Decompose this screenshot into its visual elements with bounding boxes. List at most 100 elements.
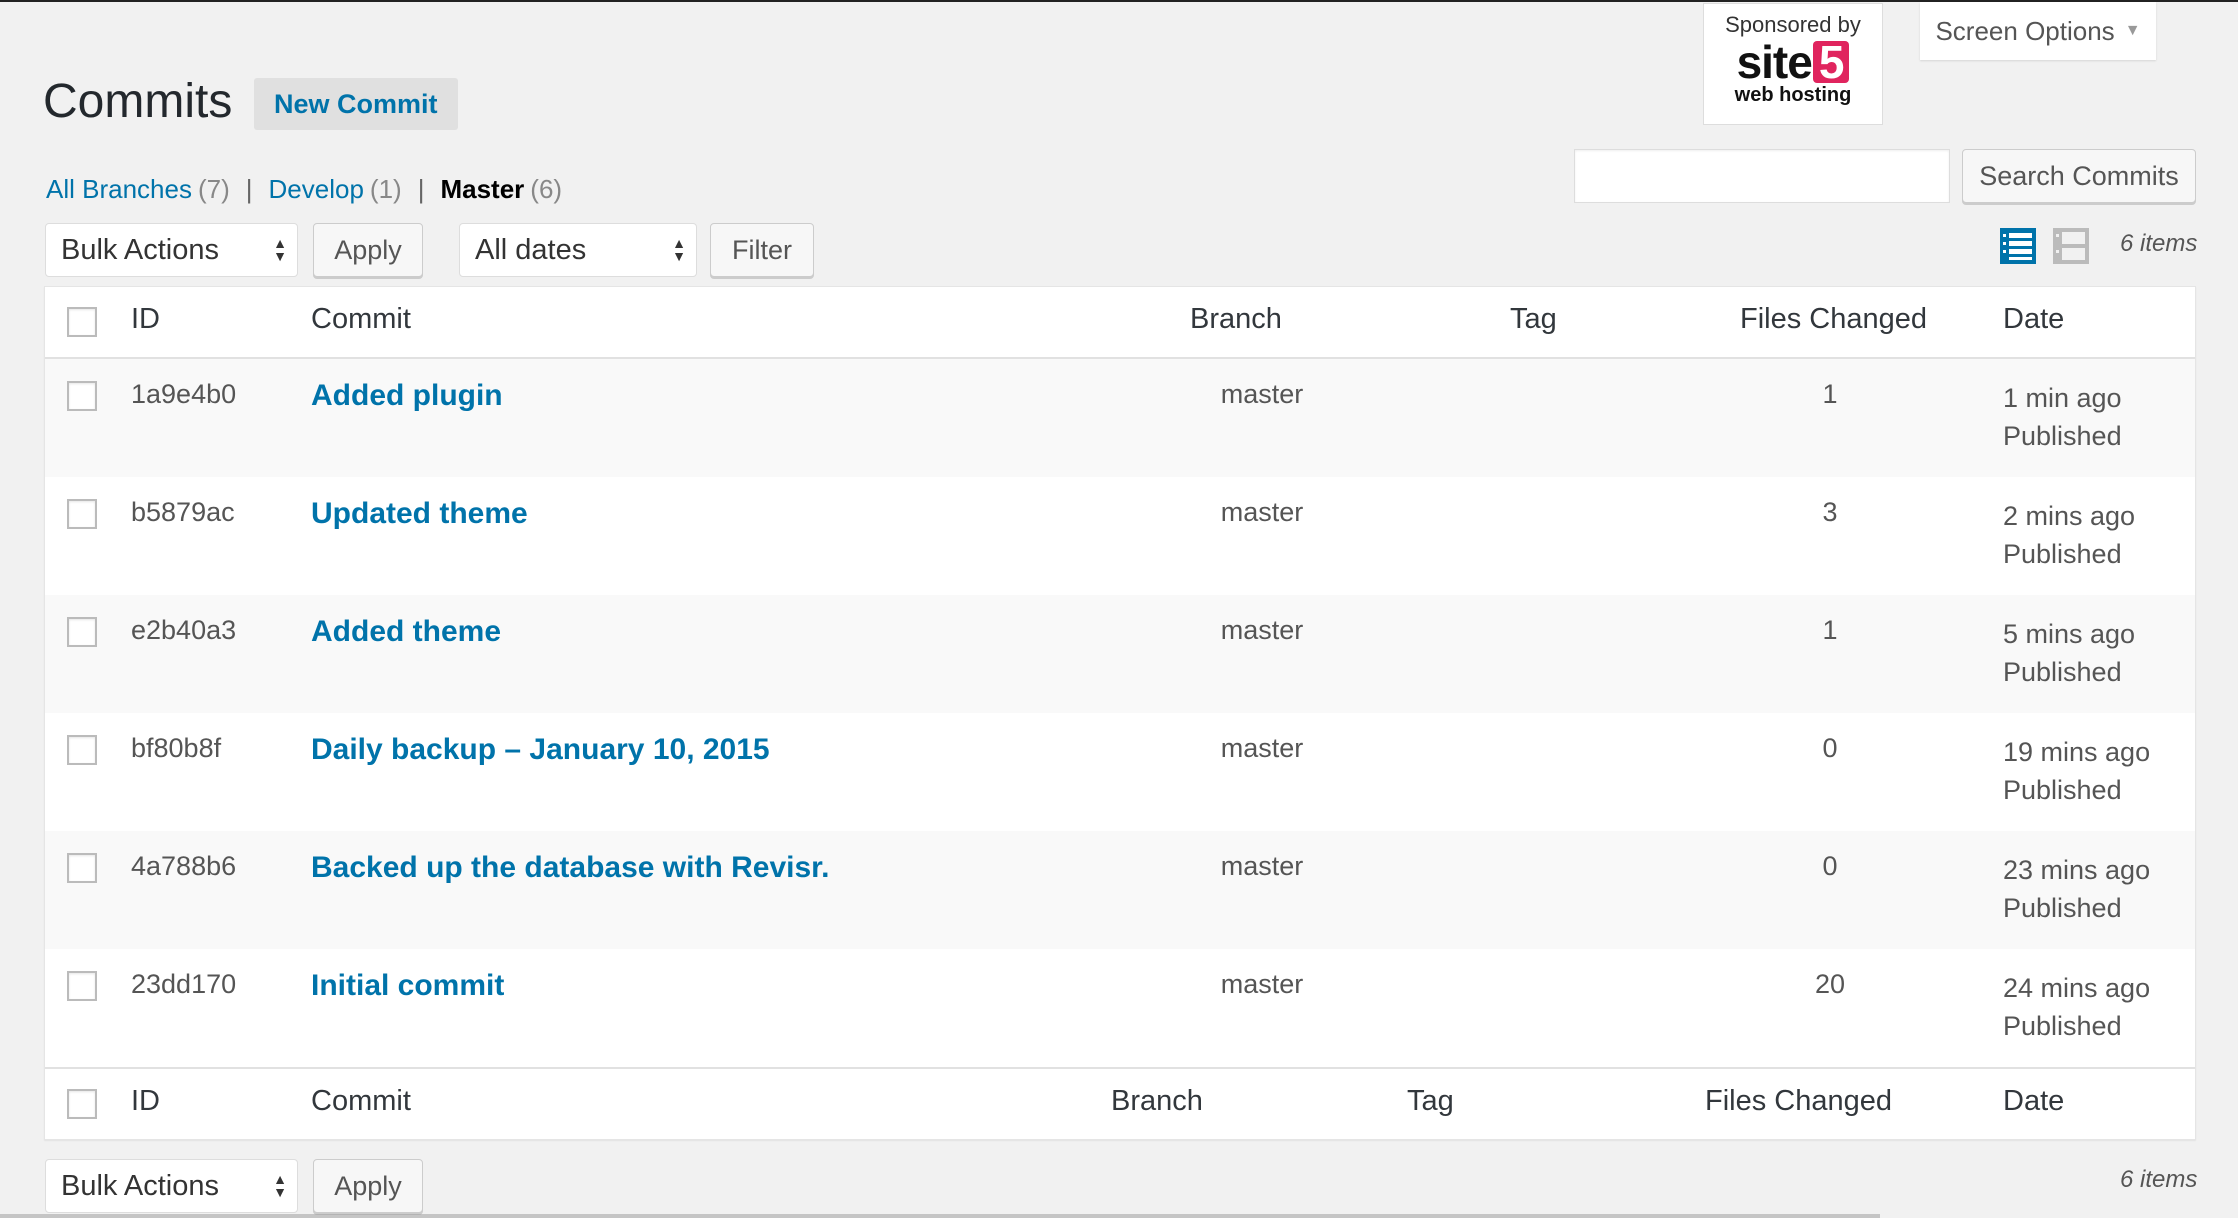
bulk-actions-value: Bulk Actions (61, 1169, 219, 1202)
commit-title-link[interactable]: Initial commit (311, 969, 504, 1003)
dates-filter-select[interactable]: All dates ▲ ▼ (459, 223, 697, 277)
apply-button-top[interactable]: Apply (313, 223, 423, 277)
column-header-tag[interactable]: Tag (1510, 303, 1557, 336)
screen-options-label: Screen Options (1935, 15, 2115, 46)
bulk-actions-select-bottom[interactable]: Bulk Actions ▲ ▼ (45, 1159, 298, 1213)
footer-column-commit[interactable]: Commit (311, 1085, 411, 1118)
commit-date-relative: 19 mins ago (2003, 737, 2151, 767)
commit-status: Published (2003, 421, 2122, 451)
commit-id: e2b40a3 (131, 615, 237, 645)
column-header-commit[interactable]: Commit (311, 303, 411, 336)
commit-date: 24 mins ago Published (2003, 969, 2150, 1045)
sponsor-banner[interactable]: Sponsored by site 5 web hosting (1703, 3, 1883, 125)
commit-date: 1 min ago Published (2003, 379, 2122, 455)
row-checkbox[interactable] (67, 853, 97, 883)
commit-branch: master (1220, 615, 1304, 645)
screen-options-button[interactable]: Screen Options ▼ (1920, 2, 2156, 60)
sponsor-logo: site 5 (1704, 39, 1882, 85)
sponsor-tagline: web hosting (1734, 84, 1852, 106)
items-count-top: 6 items (2120, 230, 2198, 257)
commit-id: 23dd170 (131, 969, 237, 999)
separator: | (417, 174, 425, 204)
commit-date: 23 mins ago Published (2003, 851, 2150, 927)
new-commit-button[interactable]: New Commit (254, 78, 458, 130)
commit-status: Published (2003, 893, 2122, 923)
commit-title-link[interactable]: Backed up the database with Revisr. (311, 851, 830, 885)
filter-button[interactable]: Filter (710, 223, 814, 277)
footer-column-files-changed[interactable]: Files Changed (1705, 1085, 1892, 1118)
row-checkbox[interactable] (67, 735, 97, 765)
sponsor-brand-number: 5 (1812, 39, 1850, 85)
table-row: b5879ac Updated theme master 3 2 mins ago Pub… (45, 477, 2195, 595)
filter-all-branches-count: (7) (197, 174, 230, 204)
filter-develop-count: (1) (369, 174, 402, 204)
commit-date-relative: 2 mins ago (2003, 501, 2136, 531)
files-changed: 20 (1814, 969, 1846, 999)
table-row: e2b40a3 Added theme master 1 5 mins ago Publi… (45, 595, 2195, 713)
filter-develop[interactable]: Develop (269, 174, 364, 205)
commit-date-relative: 23 mins ago (2003, 855, 2151, 885)
table-row: 1a9e4b0 Added plugin master 1 1 min ago Publi… (45, 359, 2195, 477)
files-changed: 1 (1822, 615, 1838, 645)
commit-date-relative: 5 mins ago (2003, 619, 2136, 649)
commit-title-link[interactable]: Daily backup – January 10, 2015 (311, 733, 770, 767)
commit-date-relative: 24 mins ago (2003, 973, 2151, 1003)
sponsor-label: Sponsored by (1725, 12, 1861, 37)
table-header: ID Commit Branch Tag Files Changed Date (45, 287, 2195, 359)
footer-column-branch[interactable]: Branch (1111, 1085, 1203, 1118)
dates-value: All dates (475, 233, 587, 266)
row-checkbox[interactable] (67, 381, 97, 411)
apply-button-bottom[interactable]: Apply (313, 1159, 423, 1213)
sponsor-brand-word: site (1736, 36, 1813, 88)
page-title: Commits (43, 75, 233, 128)
row-checkbox[interactable] (67, 617, 97, 647)
commit-branch: master (1220, 497, 1304, 527)
commit-id: b5879ac (131, 497, 235, 527)
table-body: 1a9e4b0 Added plugin master 1 1 min ago Publi… (45, 359, 2195, 1067)
row-checkbox[interactable] (67, 499, 97, 529)
branch-filter-links: All Branches (7) | Develop (1) | Master … (46, 174, 562, 205)
commit-branch: master (1220, 379, 1304, 409)
list-view-icon[interactable] (2000, 228, 2036, 264)
footer-column-date[interactable]: Date (2003, 1085, 2064, 1118)
table-footer: ID Commit Branch Tag Files Changed Date (45, 1067, 2195, 1139)
commit-title-link[interactable]: Added plugin (311, 379, 503, 413)
footer-column-tag[interactable]: Tag (1407, 1085, 1454, 1118)
column-header-branch[interactable]: Branch (1190, 303, 1282, 336)
commit-branch: master (1220, 969, 1304, 999)
bulk-actions-select-top[interactable]: Bulk Actions ▲ ▼ (45, 223, 298, 277)
window-bottom-edge (0, 1214, 1880, 1218)
commit-status: Published (2003, 1011, 2122, 1041)
commit-branch: master (1220, 733, 1304, 763)
table-row: bf80b8f Daily backup – January 10, 2015 ma… (45, 713, 2195, 831)
commit-branch: master (1220, 851, 1304, 881)
select-all-checkbox-footer[interactable] (67, 1089, 97, 1119)
commit-status: Published (2003, 657, 2122, 687)
commit-date-relative: 1 min ago (2003, 383, 2122, 413)
row-checkbox[interactable] (67, 971, 97, 1001)
files-changed: 0 (1822, 733, 1838, 763)
footer-column-id[interactable]: ID (131, 1085, 160, 1118)
select-arrows-icon: ▲ ▼ (672, 235, 686, 264)
select-all-checkbox[interactable] (67, 307, 97, 337)
column-header-files-changed[interactable]: Files Changed (1740, 303, 1927, 336)
caret-down-icon: ▼ (2124, 22, 2141, 39)
filter-master[interactable]: Master (440, 174, 524, 205)
search-commits-button[interactable]: Search Commits (1962, 149, 2196, 203)
filter-all-branches[interactable]: All Branches (46, 174, 192, 205)
table-row: 4a788b6 Backed up the database with Revis… (45, 831, 2195, 949)
search-commits-input[interactable] (1574, 149, 1950, 203)
commit-title-link[interactable]: Added theme (311, 615, 501, 649)
column-header-id[interactable]: ID (131, 303, 160, 336)
commit-id: 4a788b6 (131, 851, 237, 881)
select-arrows-icon: ▲ ▼ (273, 1171, 287, 1200)
table-row: 23dd170 Initial commit master 20 24 mins ago… (45, 949, 2195, 1067)
separator: | (245, 174, 253, 204)
column-header-date[interactable]: Date (2003, 303, 2064, 336)
excerpt-view-icon[interactable] (2053, 228, 2089, 264)
filter-master-count: (6) (530, 174, 563, 204)
commits-table: ID Commit Branch Tag Files Changed Date … (44, 286, 2196, 1140)
commit-date: 5 mins ago Published (2003, 615, 2135, 691)
items-count-bottom: 6 items (2120, 1166, 2198, 1193)
commit-title-link[interactable]: Updated theme (311, 497, 528, 531)
